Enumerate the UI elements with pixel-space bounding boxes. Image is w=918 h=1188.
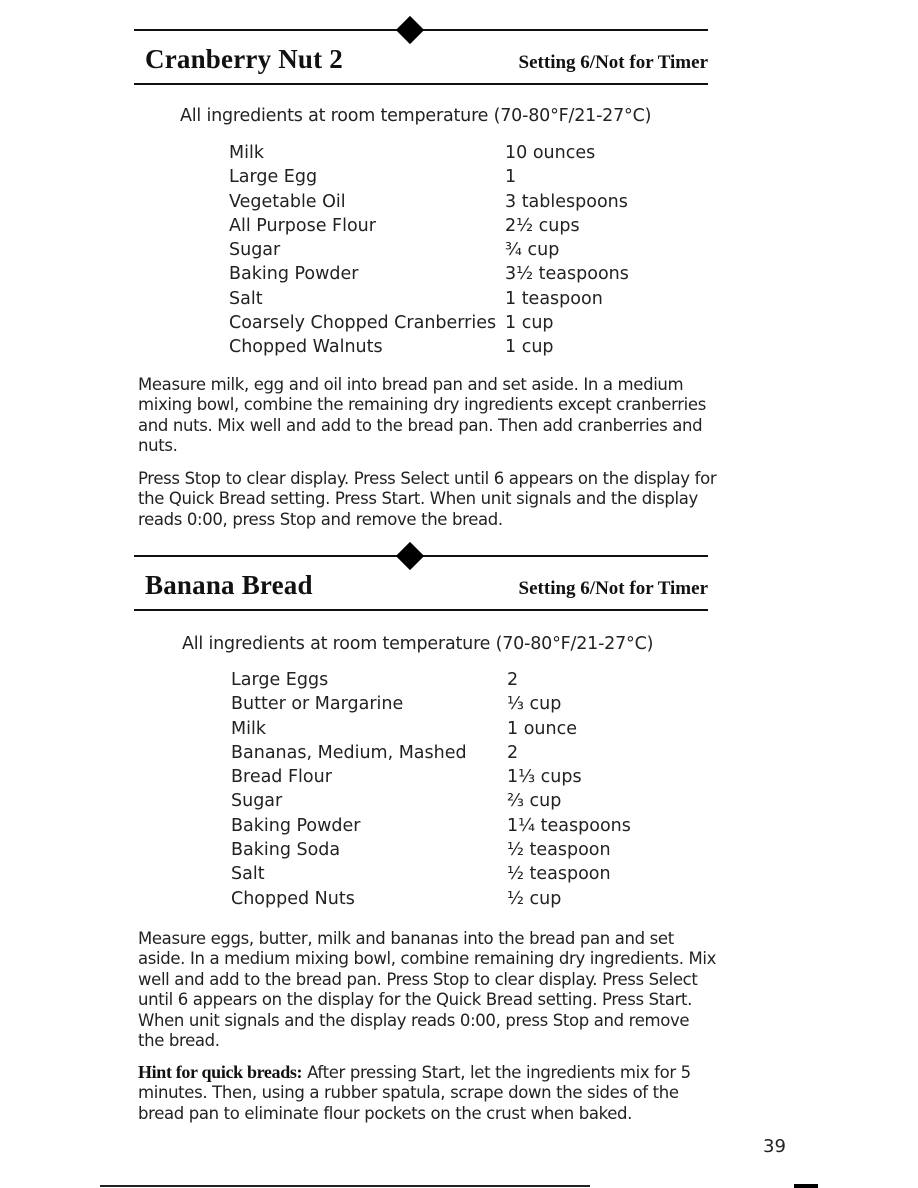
- ingredient-row: Large Egg 1: [229, 165, 629, 189]
- ingredient-row: Baking Powder 3½ teaspoons: [229, 262, 629, 286]
- ingredient-name: Milk: [231, 718, 266, 739]
- hint-label: Hint for quick breads:: [138, 1062, 303, 1082]
- ingredient-name: Large Eggs: [231, 670, 329, 690]
- ingredient-amount: ⅓ cup: [507, 694, 562, 715]
- ingredient-amount: 1¼ teaspoons: [507, 815, 631, 836]
- ingredient-row: Coarsely Chopped Cranberries 1 cup: [229, 311, 629, 335]
- ingredient-name: Sugar: [229, 240, 281, 261]
- ingredient-name: Baking Powder: [229, 264, 359, 285]
- ingredient-amount: 1 cup: [505, 313, 554, 334]
- ingredient-row: Large Eggs 2: [231, 668, 631, 692]
- ingredient-amount: ⅔ cup: [507, 791, 562, 812]
- recipe-title: Cranberry Nut 2: [145, 44, 343, 74]
- ingredient-list: Large Eggs 2 Butter or Margarine ⅓ cup Mil…: [231, 668, 631, 911]
- ingredient-name: Baking Powder: [231, 815, 361, 836]
- ingredient-row: Chopped Nuts ½ cup: [231, 887, 631, 911]
- ingredient-amount: ½ teaspoon: [507, 864, 611, 885]
- ingredient-amount: ½ teaspoon: [507, 840, 611, 861]
- ingredient-row: Milk 10 ounces: [229, 141, 629, 165]
- page-number: 39: [763, 1136, 786, 1157]
- ingredient-amount: 3½ teaspoons: [505, 264, 629, 285]
- ingredient-name: Chopped Walnuts: [229, 337, 383, 358]
- ingredient-amount: 1⅓ cups: [507, 767, 582, 788]
- ingredient-list: Milk 10 ounces Large Egg 1 Vegetable Oil 3 …: [229, 141, 629, 360]
- recipe-header: Cranberry Nut 2 Setting 6/Not for Timer: [145, 44, 708, 75]
- recipe-header: Banana Bread Setting 6/Not for Timer: [145, 570, 708, 601]
- ingredient-row: Sugar ⅔ cup: [231, 789, 631, 813]
- ingredient-amount: 1 cup: [505, 337, 554, 358]
- ingredient-row: Chopped Walnuts 1 cup: [229, 335, 629, 359]
- footer-rule: [100, 1185, 590, 1187]
- ingredient-amount: ½ cup: [507, 888, 562, 909]
- ingredient-row: Bread Flour 1⅓ cups: [231, 765, 631, 789]
- ingredient-name: Coarsely Chopped Cranberries: [229, 313, 497, 334]
- diamond-ornament-icon: [395, 15, 425, 45]
- instruction-paragraph: Measure milk, egg and oil into bread pan…: [138, 375, 706, 456]
- ingredient-amount: 1 teaspoon: [505, 288, 603, 309]
- ingredient-name: All Purpose Flour: [229, 215, 376, 236]
- diamond-ornament-icon: [395, 541, 425, 571]
- ingredient-name: Butter or Margarine: [231, 694, 404, 715]
- header-underline: [134, 83, 708, 85]
- ingredient-amount: 2½ cups: [505, 215, 580, 236]
- ingredient-name: Large Egg: [229, 167, 318, 188]
- ingredient-amount: 3 tablespoons: [505, 191, 628, 212]
- ingredient-row: Butter or Margarine ⅓ cup: [231, 692, 631, 716]
- ingredient-name: Milk: [229, 143, 264, 163]
- ingredient-row: Bananas, Medium, Mashed 2: [231, 741, 631, 765]
- ingredient-name: Baking Soda: [231, 840, 341, 861]
- ingredient-amount: ¾ cup: [505, 240, 560, 261]
- ingredient-name: Vegetable Oil: [229, 191, 346, 212]
- ingredient-name: Bread Flour: [231, 767, 332, 788]
- ingredient-amount: 2: [507, 742, 519, 763]
- ingredient-row: Baking Powder 1¼ teaspoons: [231, 814, 631, 838]
- ingredient-amount: 10 ounces: [505, 143, 596, 163]
- temperature-note: All ingredients at room temperature (70-…: [180, 106, 652, 126]
- ingredient-row: Salt ½ teaspoon: [231, 862, 631, 886]
- ingredient-amount: 1: [505, 167, 517, 188]
- header-underline: [134, 609, 708, 611]
- ingredient-name: Chopped Nuts: [231, 888, 355, 909]
- recipe-setting: Setting 6/Not for Timer: [518, 578, 708, 599]
- ingredient-row: Milk 1 ounce: [231, 717, 631, 741]
- ingredient-amount: 1 ounce: [507, 718, 577, 739]
- ingredient-name: Sugar: [231, 791, 283, 812]
- ingredient-row: Baking Soda ½ teaspoon: [231, 838, 631, 862]
- ingredient-row: Salt 1 teaspoon: [229, 287, 629, 311]
- ingredient-name: Bananas, Medium, Mashed: [231, 742, 467, 763]
- ingredient-row: Sugar ¾ cup: [229, 238, 629, 262]
- instruction-paragraph: Measure eggs, butter, milk and bananas i…: [138, 929, 717, 1051]
- recipe-title: Banana Bread: [145, 570, 313, 600]
- footer-mark: [794, 1184, 818, 1188]
- ingredient-name: Salt: [229, 288, 263, 309]
- ingredient-row: All Purpose Flour 2½ cups: [229, 214, 629, 238]
- instruction-paragraph: Press Stop to clear display. Press Selec…: [138, 469, 717, 529]
- hint-paragraph: Hint for quick breads: After pressing St…: [138, 1062, 718, 1124]
- ingredient-name: Salt: [231, 864, 265, 885]
- recipe-setting: Setting 6/Not for Timer: [518, 52, 708, 73]
- temperature-note: All ingredients at room temperature (70-…: [182, 634, 654, 654]
- ingredient-amount: 2: [507, 670, 519, 690]
- ingredient-row: Vegetable Oil 3 tablespoons: [229, 190, 629, 214]
